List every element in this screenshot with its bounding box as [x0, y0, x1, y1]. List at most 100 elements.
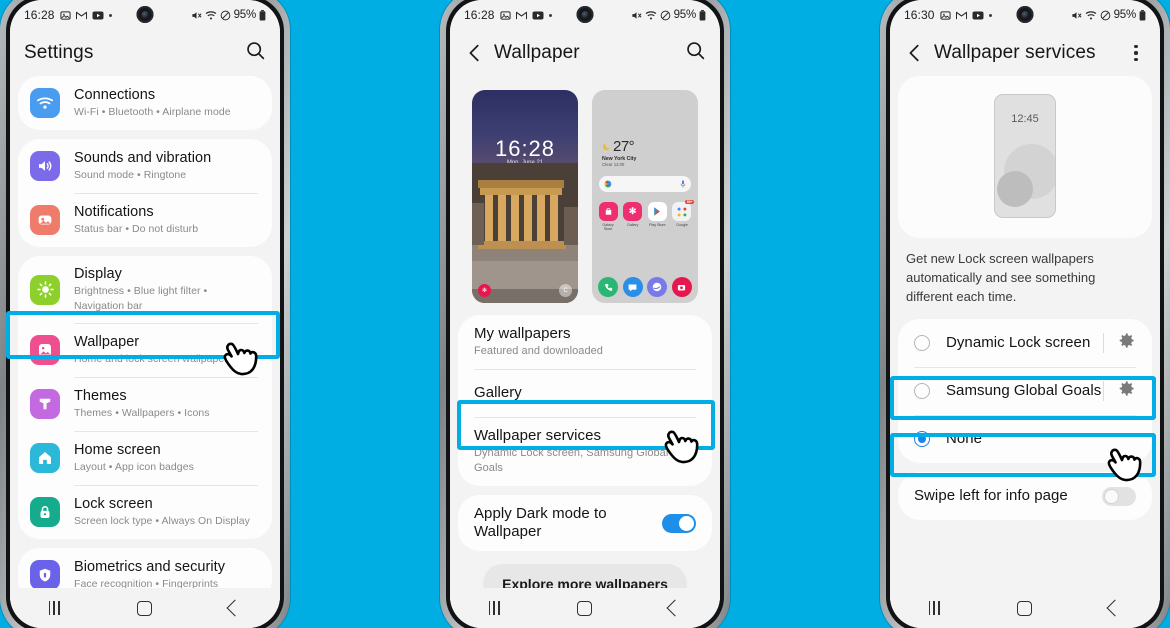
list-item-my-wallpapers[interactable]: My wallpapers Featured and downloaded — [458, 315, 712, 369]
dnd-icon — [1100, 10, 1111, 21]
gear-icon[interactable] — [1117, 331, 1136, 355]
item-subtitle: Status bar • Do not disturb — [74, 223, 199, 235]
home-icon[interactable] — [1017, 600, 1033, 616]
item-title: Gallery — [474, 384, 522, 401]
divider — [1103, 381, 1104, 401]
radio-button[interactable] — [914, 335, 930, 351]
recents-icon[interactable] — [48, 601, 60, 615]
home-icon[interactable] — [137, 600, 153, 616]
front-camera-icon — [576, 6, 594, 23]
kebab-icon[interactable] — [1126, 45, 1146, 61]
phone-wallpaper-services: 16:30 95% Wallpaper services 12:45 Get n… — [880, 0, 1170, 628]
recents-icon[interactable] — [488, 601, 500, 615]
app-label: Play Store — [649, 223, 666, 227]
option-label: None — [946, 430, 983, 447]
back-icon[interactable] — [904, 42, 926, 64]
app-item[interactable]: 99+ Google — [672, 200, 695, 231]
camera-icon[interactable] — [671, 277, 692, 297]
gmail-icon — [515, 11, 527, 20]
internet-icon[interactable] — [647, 277, 668, 297]
phone-icon[interactable] — [598, 277, 618, 297]
app-item[interactable]: Galaxy Store — [598, 202, 618, 231]
dnd-icon — [660, 10, 671, 21]
sidebar-item-sounds-and-vibration[interactable]: Sounds and vibration Sound mode • Ringto… — [18, 139, 272, 193]
youtube-icon — [972, 11, 984, 20]
play-store-icon — [647, 202, 667, 221]
front-camera-icon — [1016, 6, 1034, 23]
dot-icon — [548, 13, 552, 17]
option-samsung-global-goals[interactable]: Samsung Global Goals — [898, 367, 1152, 415]
back-icon[interactable] — [226, 599, 244, 617]
swipe-info-toggle[interactable] — [1102, 486, 1136, 506]
sidebar-item-display[interactable]: Display Brightness • Blue light filter •… — [18, 256, 272, 323]
settings-list: Connections Wi-Fi • Bluetooth • Airplane… — [10, 76, 280, 628]
status-bar: 16:28 95% — [450, 0, 720, 30]
gear-icon[interactable] — [1117, 379, 1136, 403]
phone-screen-wallpaper-services: 16:30 95% Wallpaper services 12:45 Get n… — [890, 0, 1160, 628]
app-bar-settings: Settings — [10, 30, 280, 76]
ruins-photo — [472, 163, 578, 303]
sidebar-item-connections[interactable]: Connections Wi-Fi • Bluetooth • Airplane… — [18, 76, 272, 130]
item-title: Biometrics and security — [74, 559, 226, 575]
lock-camera-badge: ✻ — [478, 284, 491, 297]
radio-button[interactable] — [914, 431, 930, 447]
list-item-dark-mode[interactable]: Apply Dark mode to Wallpaper — [458, 495, 712, 551]
radio-button[interactable] — [914, 383, 930, 399]
sound-icon — [30, 151, 60, 181]
microphone-icon — [680, 180, 686, 188]
lock-screen-preview[interactable]: 16:28 Mon, June 21 — [472, 90, 578, 303]
option-none[interactable]: None — [898, 415, 1152, 463]
preview-lock-time: 16:28 — [494, 136, 556, 161]
item-title: Swipe left for info page — [914, 487, 1068, 504]
notification-icon — [30, 205, 60, 235]
youtube-icon — [92, 11, 104, 20]
battery-icon — [259, 9, 266, 21]
dot-icon — [988, 13, 992, 17]
sidebar-item-themes[interactable]: Themes Themes • Wallpapers • Icons — [18, 377, 272, 431]
badge-count: 99+ — [684, 200, 695, 204]
sidebar-item-lock-screen[interactable]: Lock screen Screen lock type • Always On… — [18, 485, 272, 539]
phone-bezel: 16:30 95% Wallpaper services 12:45 Get n… — [886, 0, 1164, 628]
page-title: Wallpaper services — [934, 42, 1096, 63]
dark-mode-toggle[interactable] — [662, 513, 696, 533]
app-item[interactable]: Play Store — [647, 202, 667, 231]
sidebar-item-wallpaper[interactable]: Wallpaper Home and lock screen wallpaper — [18, 323, 272, 377]
gallery-icon: ✻ — [623, 202, 643, 221]
home-screen-preview[interactable]: 27° New York City Clear 11:00 Galaxy Sto… — [592, 90, 698, 303]
home-icon — [30, 443, 60, 473]
wallpaper-sources-card: My wallpapers Featured and downloaded Ga… — [458, 315, 712, 486]
shield-icon — [30, 560, 60, 590]
list-item-swipe-left-for-info[interactable]: Swipe left for info page — [898, 472, 1152, 520]
service-options-card: Dynamic Lock screen Samsung Global Goals — [898, 319, 1152, 463]
settings-group-connections: Connections Wi-Fi • Bluetooth • Airplane… — [18, 76, 272, 130]
back-icon[interactable] — [1106, 599, 1124, 617]
item-subtitle: Themes • Wallpapers • Icons — [74, 407, 210, 419]
gallery-icon — [59, 10, 71, 21]
app-item[interactable]: ✻ Gallery — [623, 202, 643, 231]
service-preview-card: 12:45 — [898, 76, 1152, 238]
search-icon[interactable] — [685, 40, 706, 66]
home-icon[interactable] — [577, 600, 593, 616]
back-icon[interactable] — [464, 42, 486, 64]
brightness-icon — [30, 274, 60, 305]
search-icon[interactable] — [245, 40, 266, 66]
sidebar-item-home-screen[interactable]: Home screen Layout • App icon badges — [18, 431, 272, 485]
status-bar-right: 95% — [191, 9, 266, 21]
item-title: Connections — [74, 87, 156, 103]
back-icon[interactable] — [666, 599, 684, 617]
gallery-icon — [499, 10, 511, 21]
option-dynamic-lock-screen[interactable]: Dynamic Lock screen — [898, 319, 1152, 367]
lock-icon — [30, 497, 60, 527]
status-time: 16:30 — [904, 8, 935, 22]
messages-icon[interactable] — [622, 277, 643, 297]
recents-icon[interactable] — [928, 601, 940, 615]
item-subtitle: Dynamic Lock screen, Samsung Global Goal… — [474, 447, 669, 474]
lock-phone-badge: C — [559, 284, 572, 297]
navigation-bar — [890, 588, 1160, 628]
mute-icon — [631, 10, 642, 21]
sidebar-item-notifications[interactable]: Notifications Status bar • Do not distur… — [18, 193, 272, 247]
search-input[interactable] — [599, 176, 691, 192]
list-item-wallpaper-services[interactable]: Wallpaper services Dynamic Lock screen, … — [458, 417, 712, 486]
item-subtitle: Screen lock type • Always On Display — [74, 515, 250, 527]
list-item-gallery[interactable]: Gallery — [458, 369, 712, 417]
